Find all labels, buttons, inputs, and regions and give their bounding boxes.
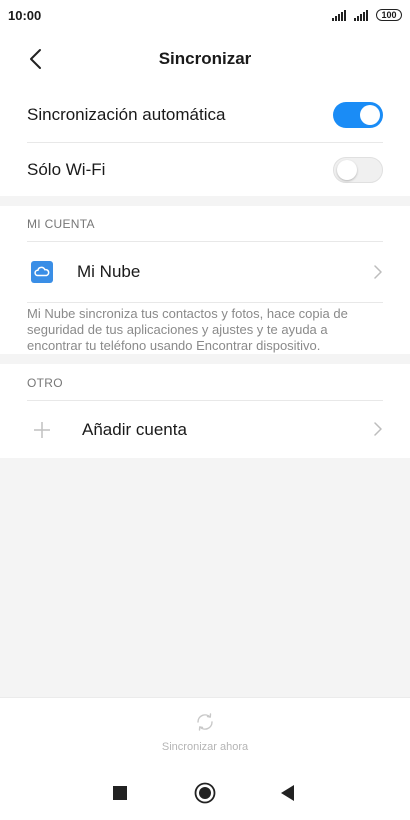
add-account-label: Añadir cuenta xyxy=(82,419,187,439)
wifi-only-label: Sólo Wi-Fi xyxy=(27,159,106,179)
divider xyxy=(27,302,383,303)
cloud-icon xyxy=(31,261,53,283)
section-title-my-account: MI CUENTA xyxy=(27,217,95,231)
auto-sync-toggle[interactable] xyxy=(333,102,383,128)
wifi-only-row[interactable]: Sólo Wi-Fi xyxy=(0,143,410,196)
sync-icon xyxy=(197,713,213,731)
signal-icon xyxy=(332,9,346,21)
auto-sync-label: Sincronización automática xyxy=(27,105,226,124)
section-title-other: OTRO xyxy=(27,376,63,390)
page-title: Sincronizar xyxy=(158,49,252,68)
mi-nube-label: Mi Nube xyxy=(77,262,141,281)
wifi-only-toggle[interactable] xyxy=(333,157,383,183)
back-icon[interactable] xyxy=(281,785,295,801)
status-icons: 100 xyxy=(332,9,402,21)
other-card: OTRO Añadir cuenta xyxy=(0,364,410,458)
bottom-action-bar: Sincronizar ahora xyxy=(0,697,410,765)
add-account-item[interactable]: Añadir cuenta xyxy=(0,401,410,458)
recents-icon[interactable] xyxy=(113,786,127,800)
status-bar: 10:00 100 xyxy=(0,0,410,30)
navigation-bar xyxy=(0,765,410,820)
sync-now-label: Sincronizar ahora xyxy=(161,741,249,753)
app-header: Sincronizar xyxy=(0,30,410,88)
auto-sync-row[interactable]: Sincronización automática xyxy=(0,88,410,142)
home-icon[interactable] xyxy=(194,782,216,804)
chevron-left-icon[interactable] xyxy=(26,47,46,71)
my-account-card: MI CUENTA Mi Nube Mi Nube sincroniza tus… xyxy=(0,206,410,354)
toggle-knob xyxy=(360,105,380,125)
chevron-right-icon xyxy=(374,265,382,279)
sync-now-button[interactable]: Sincronizar ahora xyxy=(0,698,410,766)
mi-nube-item[interactable]: Mi Nube xyxy=(0,242,410,302)
toggle-knob xyxy=(337,160,357,180)
sync-settings-card: Sincronización automática Sólo Wi-Fi xyxy=(0,88,410,196)
mi-nube-description: Mi Nube sincroniza tus contactos y fotos… xyxy=(27,306,348,353)
battery-icon: 100 xyxy=(376,9,402,21)
signal-icon xyxy=(354,9,368,21)
plus-icon xyxy=(34,421,50,438)
status-time: 10:00 xyxy=(8,7,42,23)
chevron-right-icon xyxy=(374,422,382,436)
